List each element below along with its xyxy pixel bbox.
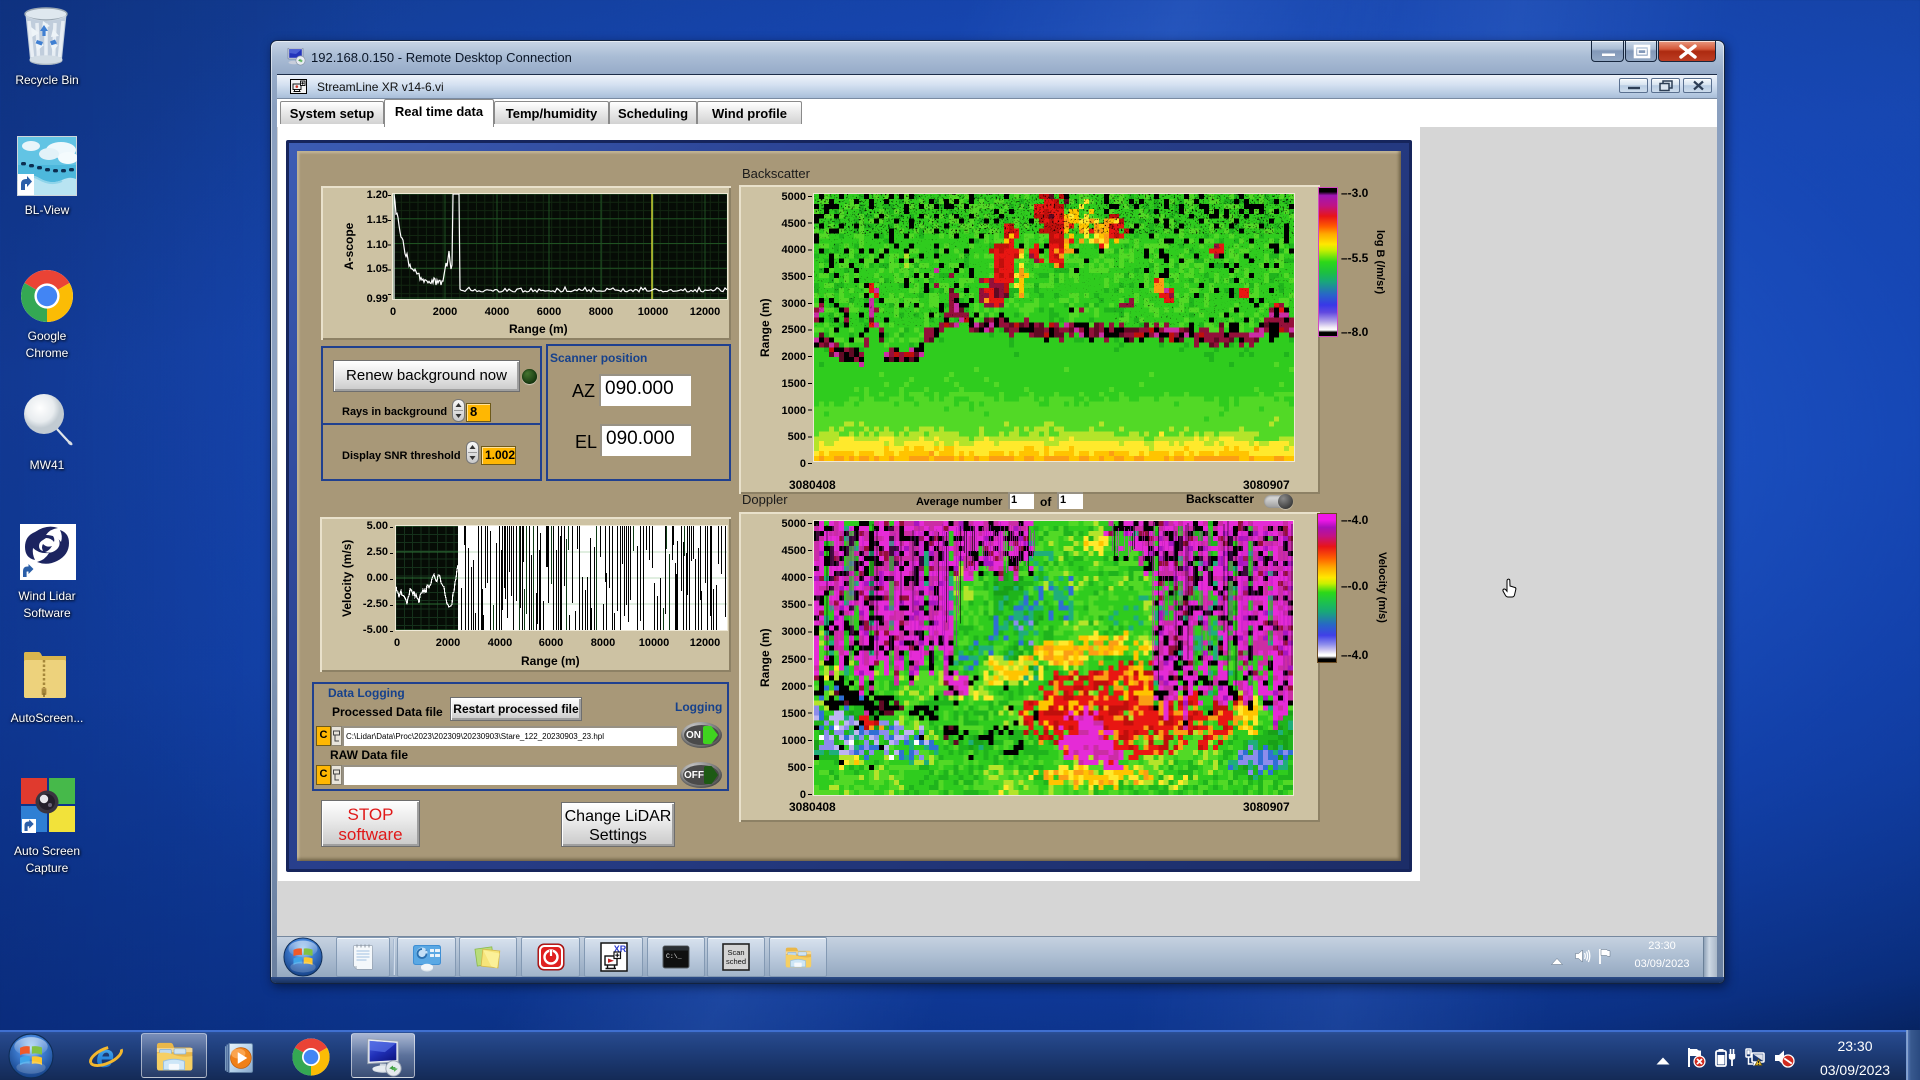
svg-text:sched: sched xyxy=(726,957,746,966)
svg-text:e: e xyxy=(96,1038,114,1074)
svg-text:C:\_: C:\_ xyxy=(666,953,682,960)
svg-text:Scan: Scan xyxy=(727,948,744,957)
